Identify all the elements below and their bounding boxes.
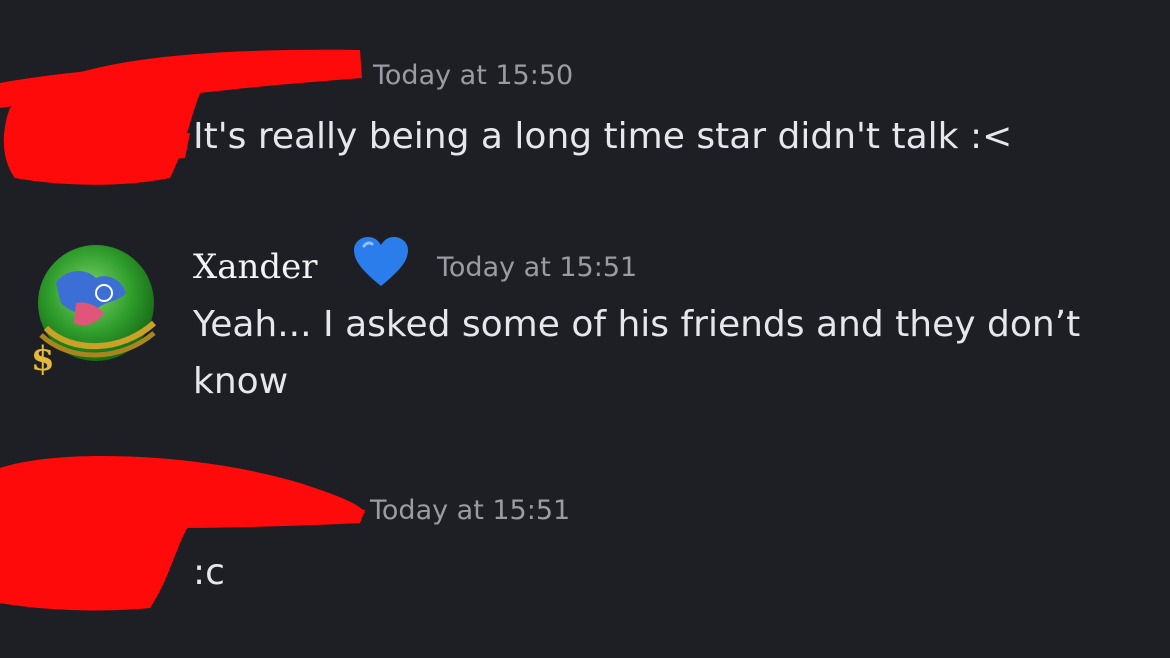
- message-content: :c: [193, 552, 225, 593]
- chat-message-list: Today at 15:50 It's really being a long …: [0, 0, 1170, 658]
- message-3: Today at 15:51 :c: [0, 0, 1170, 658]
- message-timestamp: Today at 15:51: [370, 495, 571, 526]
